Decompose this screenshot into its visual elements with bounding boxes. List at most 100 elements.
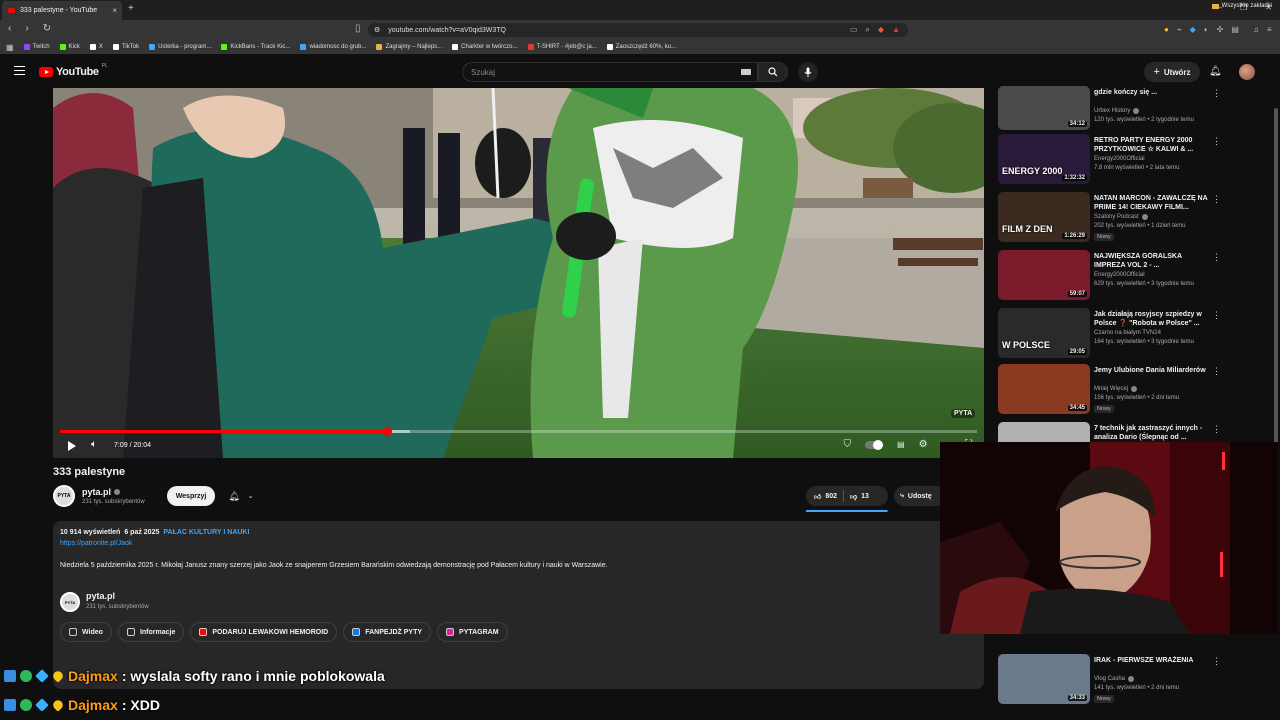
recommendation-item[interactable]: FILM Z DEN 1:26:29 NATAN MARCOŃ - ZAWALCZĘ… [996,192,1280,248]
rewards-icon[interactable]: ▲ [892,25,900,35]
browser-tab[interactable]: 333 palestyne - YouTube × [2,1,122,20]
description-box[interactable]: 10 914 wyświetleń 6 paź 2025 PAŁAC KULTU… [53,521,984,689]
support-button[interactable]: Wesprzyj [167,486,215,506]
brave-shield-icon[interactable]: ◆ [878,25,884,35]
extensions-icon[interactable]: ✣ [1217,25,1224,34]
menu-icon[interactable]: ≡ [1267,25,1272,34]
reload-icon[interactable]: ↻ [43,23,51,34]
bookmark-item[interactable]: TikTok [112,44,139,50]
youtube-logo[interactable]: YouTube PL [39,63,108,78]
description-channel-avatar[interactable]: PYTA [60,592,80,612]
recommendation-title[interactable]: Jemy Ulubione Dania Miliarderów [1094,366,1212,375]
progress-bar[interactable] [60,427,977,436]
notifications-bell-icon[interactable]: 🔔︎ [1209,66,1222,77]
recommendation-thumbnail[interactable]: 59:07 [998,250,1090,300]
recommendation-channel[interactable]: Vlog Casha [1094,676,1135,682]
bookmark-item[interactable]: Kick [59,44,80,50]
recommendation-item[interactable]: W POLSCE 29:05 Jak działają rosyjscy szpie… [996,308,1280,364]
forward-icon[interactable]: › [25,23,28,34]
more-options-icon[interactable]: ⋮ [1212,252,1221,263]
recommendation-channel[interactable]: Szalony Podcast [1094,214,1148,220]
play-icon[interactable] [68,441,76,451]
recommendation-item[interactable]: 34:45 Jemy Ulubione Dania Miliarderów Mnie… [996,364,1280,420]
subtitles-icon[interactable]: ▤ [897,440,905,449]
like-button[interactable]: 👍︎ 802 [806,490,845,502]
channel-link-chip[interactable]: Wideo [60,622,112,642]
bookmark-item[interactable]: T-SHIRT - #jeb@c ja... [527,44,597,50]
notification-settings-button[interactable]: 🔔︎ ⌄ [222,486,260,506]
wallet-icon[interactable]: ● [1164,25,1169,34]
voice-search-button[interactable] [798,62,818,82]
more-options-icon[interactable]: ⋮ [1212,310,1221,321]
sponsorblock-icon[interactable]: ⛉ [844,439,852,450]
autoplay-toggle[interactable] [865,439,884,450]
recommendation-channel[interactable]: Energy2000Official [1094,272,1145,278]
video-player[interactable]: PYTA 🔈︎ 7:09 / 20:04 ⛉ ▤ ⚙ ▭ ⛶ [53,88,984,458]
tab-close-icon[interactable]: × [112,6,117,15]
bookmark-item[interactable]: Twitch [23,44,50,50]
recommendation-title[interactable]: NATAN MARCOŃ - ZAWALCZĘ NA PRIME 14! CIE… [1094,194,1212,212]
bookmark-item[interactable]: Charkter w twórczo... [452,44,518,50]
sidebar-icon[interactable]: ▤ [1231,25,1239,34]
url-field[interactable]: ⚙ youtube.com/watch?v=aV0qid3W3TQ ▭ ⌕ ◆ … [368,23,908,37]
keyboard-icon[interactable] [741,69,751,75]
recommendation-thumbnail[interactable]: 34:12 [998,86,1090,130]
description-channel-name[interactable]: pyta.pl [86,591,115,601]
recommendation-title[interactable]: Jak działają rosyjscy szpiedzy w Polsce … [1094,310,1212,328]
more-options-icon[interactable]: ⋮ [1212,88,1221,99]
more-options-icon[interactable]: ⋮ [1212,194,1221,205]
recommendation-thumbnail[interactable]: ENERGY 2000 1:32:32 [998,134,1090,184]
recommendation-item[interactable]: 59:07 NAJWIĘKSZA GÓRALSKA IMPREZA VOL 2 -… [996,250,1280,306]
channel-link-chip[interactable]: PODARUJ LEWAKOWI HEMOROID [190,622,338,642]
settings-gear-icon[interactable]: ⚙ [919,439,928,450]
back-icon[interactable]: ‹ [8,23,11,34]
channel-link-chip[interactable]: Informacje [117,622,185,642]
channel-link-chip[interactable]: FANPEJDŻ PYTY [343,622,432,642]
recommendation-title[interactable]: NAJWIĘKSZA GÓRALSKA IMPREZA VOL 2 - ... [1094,252,1212,270]
hamburger-menu-icon[interactable] [14,66,25,75]
zoom-icon[interactable]: ⌕ [865,25,869,35]
apps-grid-icon[interactable]: ▦ [6,43,14,52]
channel-avatar[interactable]: PYTA [53,485,75,507]
patronite-link[interactable]: https://patronite.pl/Jaok [60,540,132,547]
create-button[interactable]: + Utwórz [1144,62,1200,82]
all-bookmarks[interactable]: Wszystkie zakładki [1211,3,1272,9]
recommendation-item[interactable]: 34:33 IRAK - PIERWSZE WRAŻENIA Vlog Casha 1… [996,654,1280,710]
channel-name-row[interactable]: pyta.pl [82,487,121,497]
more-options-icon[interactable]: ⋮ [1212,656,1221,667]
extension-2-icon[interactable]: ◆ [1190,25,1196,34]
bookmark-item[interactable]: Zagrajmy – Najleps... [376,44,442,50]
recommendation-thumbnail[interactable]: 34:33 [998,654,1090,704]
bookmark-item[interactable]: KickBans - Track Kic... [221,44,290,50]
recommendation-channel[interactable]: Mniej Więcej [1094,386,1138,392]
new-tab-button[interactable]: + [128,3,134,14]
more-options-icon[interactable]: ⋮ [1212,136,1221,147]
recommendation-title[interactable]: gdzie kończy się ... [1094,88,1212,97]
search-button[interactable] [758,62,788,82]
volume-icon[interactable]: 🔈︎ [91,439,97,450]
recommendation-channel[interactable]: Czarno na białym TVN24 [1094,330,1161,336]
recommendation-thumbnail[interactable]: FILM Z DEN 1:26:29 [998,192,1090,242]
extension-1-icon[interactable]: ⌁ [1177,25,1182,34]
more-options-icon[interactable]: ⋮ [1212,424,1221,435]
extension-3-icon[interactable]: ◐ [1204,25,1209,34]
site-info-icon[interactable]: ⚙ [374,26,380,34]
bookmark-item[interactable]: Zaoszczędź 60%, ku... [606,44,676,50]
dislike-button[interactable]: 👎︎ 13 [844,492,875,501]
recommendation-title[interactable]: RETRO PARTY ENERGY 2000 PRZYTKOWICE ☆ KA… [1094,136,1212,154]
cast-icon[interactable]: ▭ [850,25,858,35]
channel-link-chip[interactable]: PYTAGRAM [437,622,508,642]
account-avatar[interactable] [1239,64,1255,80]
bookmark-item[interactable]: X [89,44,103,50]
channel-watermark[interactable]: PYTA [951,409,976,418]
recommendation-item[interactable]: ENERGY 2000 1:32:32 RETRO PARTY ENERGY 200… [996,134,1280,190]
recommendation-channel[interactable]: Urbex History [1094,108,1140,114]
recommendation-title[interactable]: IRAK - PIERWSZE WRAŻENIA [1094,656,1212,665]
channel-name[interactable]: pyta.pl [82,487,111,497]
media-icon[interactable]: ♫ [1253,25,1259,34]
bookmark-item[interactable]: Usterka - program... [149,44,211,50]
recommendation-channel[interactable]: Energy2000Official [1094,156,1145,162]
recommendation-thumbnail[interactable]: 34:45 [998,364,1090,414]
search-input[interactable]: Szukaj [462,62,758,82]
bookmark-page-icon[interactable]: ▯ [355,23,361,34]
